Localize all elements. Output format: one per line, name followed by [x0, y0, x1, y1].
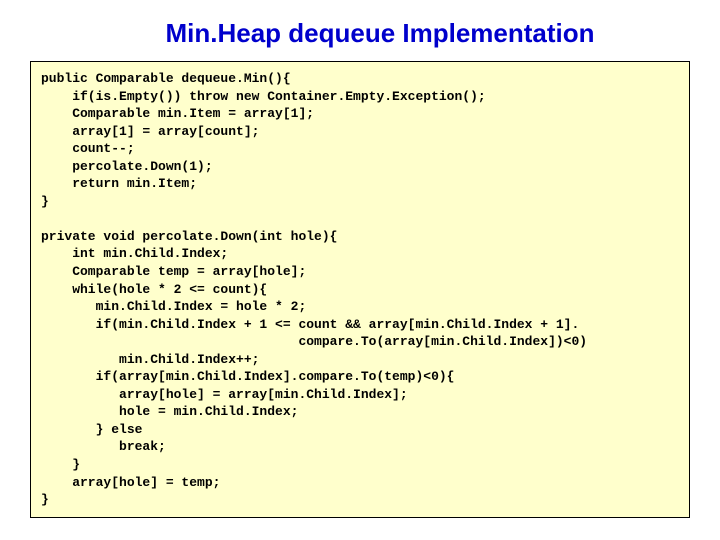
code-block: public Comparable dequeue.Min(){ if(is.E… — [30, 61, 690, 518]
slide-container: Min.Heap dequeue Implementation public C… — [0, 0, 720, 540]
slide-title: Min.Heap dequeue Implementation — [70, 18, 690, 49]
